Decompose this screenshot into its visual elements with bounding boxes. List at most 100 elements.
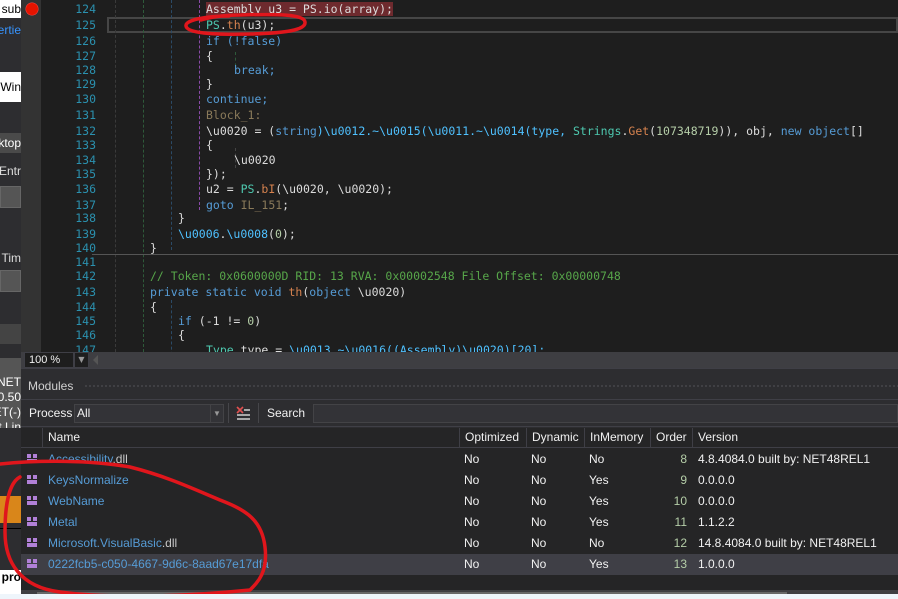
bg-divider: [0, 528, 21, 529]
module-order: 10: [673, 494, 687, 508]
breakpoint-icon[interactable]: [26, 3, 38, 15]
code-line-133: {: [206, 138, 213, 152]
module-inmemory: Yes: [589, 494, 609, 508]
code-line-124: Assembly u3 = PS.io(array);: [206, 2, 393, 16]
module-icon: [27, 496, 38, 506]
bg-link-row[interactable]: ertie: [0, 20, 21, 40]
line-number: 143: [75, 285, 96, 299]
line-number: 129: [75, 77, 96, 91]
module-version: 1.0.0.0: [698, 557, 735, 571]
background-window: sub ertie Win ktop Entr Tim .NET 0.50 ET…: [0, 0, 21, 599]
code-line-142: // Token: 0x0600000D RID: 13 RVA: 0x0000…: [150, 269, 621, 283]
module-inmemory: No: [589, 536, 605, 550]
code-line-129: }: [206, 77, 213, 91]
modules-panel: Modules Process All ▼ Search Name Optimi…: [0, 368, 898, 599]
code-line-143: private static void th(object \u0020): [150, 285, 407, 299]
indent-guide: [115, 0, 116, 352]
bg-label: Entr: [0, 164, 21, 178]
module-row[interactable]: Microsoft.VisualBasic.dll No No No 12 14.8.40…: [21, 533, 898, 554]
column-header-dynamic[interactable]: Dynamic: [526, 428, 584, 448]
process-select[interactable]: All ▼: [74, 404, 224, 423]
bg-input[interactable]: [0, 270, 21, 292]
zoom-level-select[interactable]: 100 %: [24, 352, 74, 368]
module-order: 8: [680, 452, 687, 466]
bg-button[interactable]: ktop: [0, 133, 21, 153]
method-separator: [92, 254, 898, 255]
panel-drag-grip[interactable]: [84, 384, 898, 389]
module-inmemory: Yes: [589, 557, 609, 571]
module-row[interactable]: KeysNormalize No No Yes 9 0.0.0.0: [21, 470, 898, 491]
module-version: 4.8.4084.0 built by: NET48REL1: [698, 452, 871, 466]
module-name: KeysNormalize: [48, 473, 129, 487]
module-dynamic: No: [531, 536, 547, 550]
bg-info-block: .NET 0.50 ET(-) t Lin: [0, 358, 21, 428]
module-icon: [27, 454, 38, 464]
line-number: 130: [75, 92, 96, 106]
line-number: 125: [75, 18, 96, 32]
module-dynamic: No: [531, 452, 547, 466]
zoom-dropdown-arrow-icon[interactable]: ▼: [74, 352, 89, 368]
column-header-order[interactable]: Order: [650, 428, 692, 448]
code-line-125: PS.th(u3);: [206, 18, 276, 32]
module-row[interactable]: WebName No No Yes 10 0.0.0.0: [21, 491, 898, 512]
module-optimized: No: [464, 494, 480, 508]
module-dynamic: No: [531, 473, 547, 487]
panel-title: Modules: [28, 379, 74, 393]
indent-guide: [143, 0, 144, 352]
search-label: Search: [267, 406, 306, 420]
code-line-146: {: [178, 328, 185, 342]
search-input[interactable]: [313, 404, 898, 423]
chevron-down-icon: ▼: [210, 405, 223, 422]
code-line-126: if (!false): [206, 34, 283, 48]
desktop-strip: [0, 594, 898, 599]
bg-input[interactable]: [0, 186, 21, 208]
code-line-127: {: [206, 49, 213, 63]
code-line-144: {: [150, 300, 157, 314]
line-number: 135: [75, 167, 96, 181]
module-order: 12: [673, 536, 687, 550]
modules-grid: Name Optimized Dynamic InMemory Order Ve…: [21, 428, 898, 599]
module-row[interactable]: Accessibility.dll No No No 8 4.8.4084.0 built…: [21, 449, 898, 470]
line-number: 133: [75, 138, 96, 152]
code-line-128: break;: [234, 63, 276, 77]
module-icon: [27, 475, 38, 485]
line-number: 136: [75, 182, 96, 196]
clear-filter-icon[interactable]: [235, 405, 251, 421]
scroll-left-arrow-icon[interactable]: [93, 355, 98, 365]
module-name: WebName: [48, 494, 105, 508]
column-header-optimized[interactable]: Optimized: [459, 428, 526, 448]
glyph-margin[interactable]: [21, 0, 41, 352]
toolbar-separator: [258, 403, 259, 423]
column-header-name[interactable]: Name: [42, 428, 459, 448]
line-number: 131: [75, 108, 96, 122]
module-version: 14.8.4084.0 built by: NET48REL1: [698, 536, 877, 550]
grid-header: Name Optimized Dynamic InMemory Order Ve…: [21, 428, 898, 448]
indent-guide: [171, 300, 172, 352]
module-inmemory: Yes: [589, 515, 609, 529]
column-header-inmemory[interactable]: InMemory: [584, 428, 650, 448]
module-version: 0.0.0.0: [698, 494, 735, 508]
code-line-137: goto IL_151;: [206, 198, 290, 212]
code-line-131: Block_1:: [206, 108, 262, 122]
code-area[interactable]: Assembly u3 = PS.io(array); PS.th(u3); i…: [92, 0, 898, 352]
line-number: 138: [75, 211, 96, 225]
module-dynamic: No: [531, 515, 547, 529]
code-line-138: }: [178, 211, 185, 225]
bg-button[interactable]: [0, 324, 21, 344]
module-dynamic: No: [531, 494, 547, 508]
line-number: 147: [75, 343, 96, 352]
module-row[interactable]: 0222fcb5-c050-4667-9d6c-8aad67e17dfa No No…: [21, 554, 898, 575]
code-line-139: \u0006.\u0008(0);: [178, 227, 296, 241]
module-row[interactable]: Metal No No Yes 11 1.1.2.2: [21, 512, 898, 533]
modules-toolbar: Process All ▼ Search: [21, 399, 898, 427]
code-editor[interactable]: 124 125 126 127 128 129 130 131 132 133 134 135 136 1…: [21, 0, 898, 352]
code-line-135: });: [206, 167, 227, 181]
line-number: 142: [75, 269, 96, 283]
line-number: 124: [75, 2, 96, 16]
code-line-130: continue;: [206, 92, 269, 106]
indent-guide: [199, 0, 200, 210]
module-inmemory: No: [589, 452, 605, 466]
module-optimized: No: [464, 557, 480, 571]
module-optimized: No: [464, 515, 480, 529]
column-header-version[interactable]: Version: [692, 428, 898, 448]
